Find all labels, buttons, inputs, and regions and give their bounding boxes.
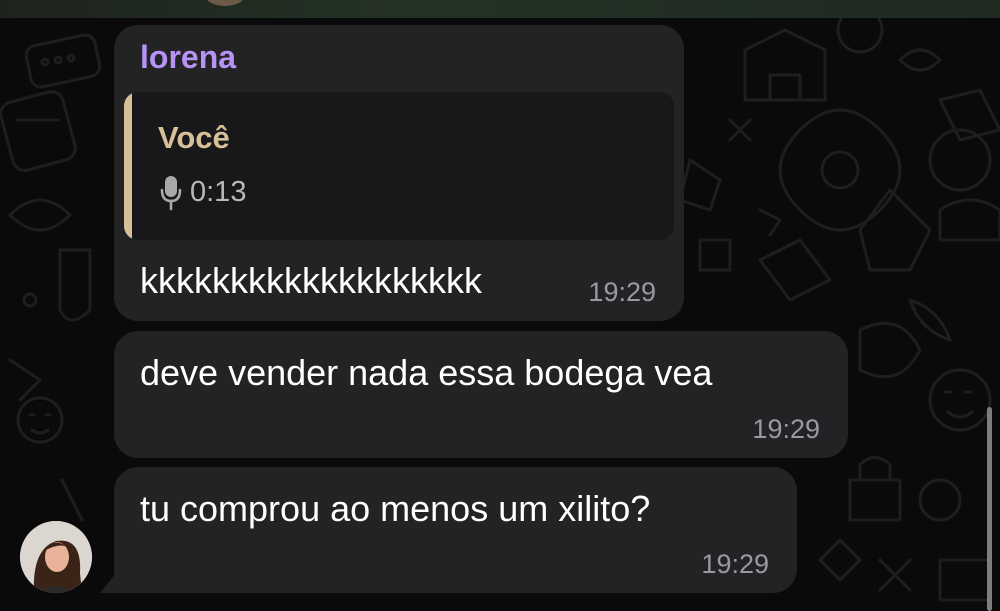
message-timestamp: 19:29	[588, 277, 656, 307]
quote-accent-bar	[124, 92, 132, 240]
quote-author: Você	[158, 120, 230, 155]
scrollbar[interactable]	[987, 407, 992, 611]
message-timestamp: 19:29	[752, 414, 820, 444]
message-timestamp: 19:29	[701, 549, 769, 579]
message-text: tu comprou ao menos um xilito?	[140, 488, 651, 529]
quoted-voice-message[interactable]: Você 0:13	[124, 92, 674, 240]
message-bubble[interactable]: lorena Você 0:13 kkkkkkkkkkkkkkkkkkk 19:…	[114, 25, 684, 321]
chat-screen: lorena Você 0:13 kkkkkkkkkkkkkkkkkkk 19:…	[0, 0, 1000, 611]
message-text: deve vender nada essa bodega vea	[140, 352, 713, 393]
header-avatar[interactable]	[205, 0, 245, 6]
voice-duration: 0:13	[190, 176, 247, 208]
message-bubble[interactable]: tu comprou ao menos um xilito? 19:29	[114, 467, 797, 593]
sender-avatar[interactable]	[20, 521, 92, 593]
mic-icon	[160, 176, 182, 211]
message-text: kkkkkkkkkkkkkkkkkkk	[140, 260, 482, 301]
sender-name[interactable]: lorena	[140, 39, 236, 76]
message-bubble[interactable]: deve vender nada essa bodega vea 19:29	[114, 331, 848, 458]
header-bar	[0, 0, 1000, 18]
